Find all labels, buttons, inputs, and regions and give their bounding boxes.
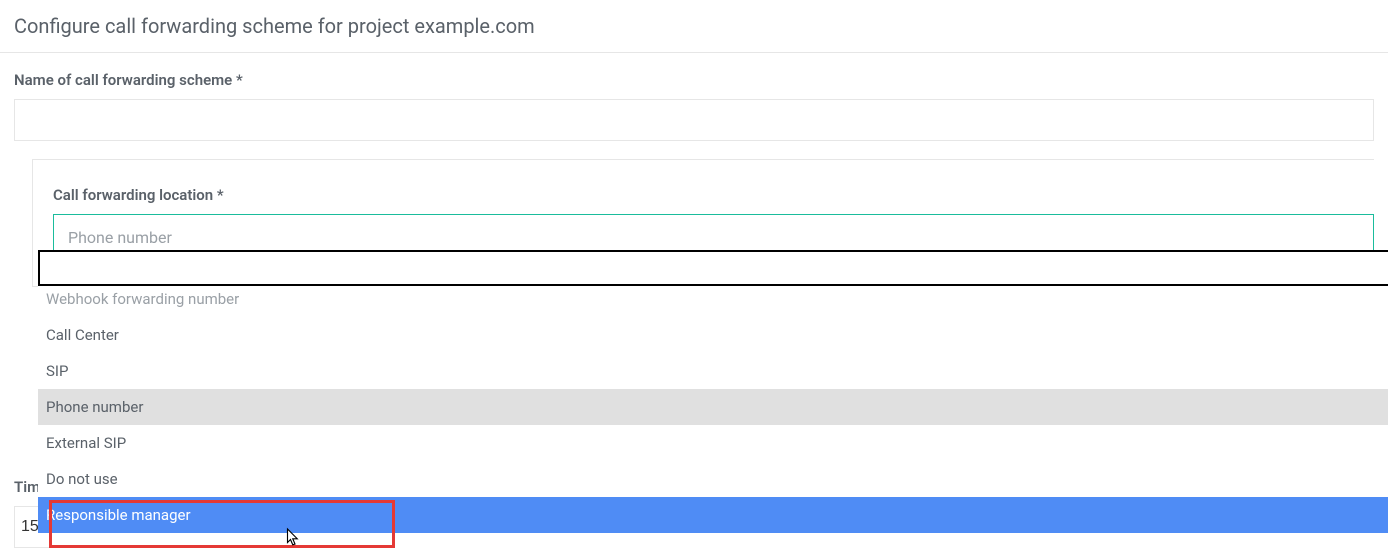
dropdown-search-input[interactable]	[38, 250, 1388, 286]
dropdown-option-sip[interactable]: SIP	[38, 353, 1388, 389]
page-title: Configure call forwarding scheme for pro…	[0, 0, 1388, 52]
scheme-name-input[interactable]	[14, 99, 1374, 141]
dropdown-option-external-sip[interactable]: External SIP	[38, 425, 1388, 461]
location-label: Call forwarding location *	[53, 186, 1374, 204]
dropdown-option-do-not-use[interactable]: Do not use	[38, 461, 1388, 497]
dropdown-option-webhook[interactable]: Webhook forwarding number	[38, 286, 1388, 317]
dropdown-option-responsible-manager[interactable]: Responsible manager	[38, 497, 1388, 533]
location-dropdown: Webhook forwarding number Call Center SI…	[38, 250, 1388, 533]
dropdown-option-call-center[interactable]: Call Center	[38, 317, 1388, 353]
scheme-name-label: Name of call forwarding scheme *	[14, 71, 1374, 89]
dropdown-option-phone-number[interactable]: Phone number	[38, 389, 1388, 425]
location-select-value: Phone number	[68, 228, 172, 247]
